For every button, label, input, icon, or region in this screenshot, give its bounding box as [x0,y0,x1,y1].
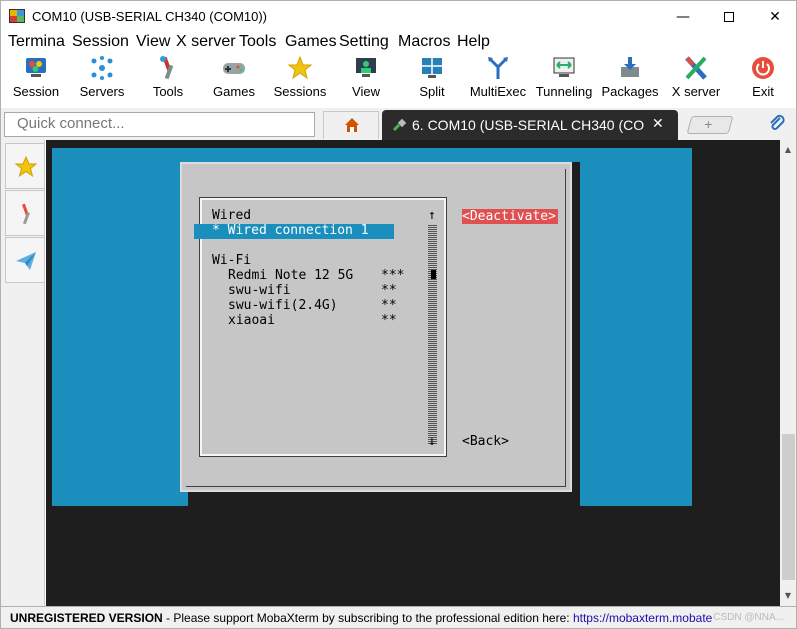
menu-sessions[interactable]: Session [72,32,129,52]
session-icon [26,58,46,77]
home-tab[interactable] [323,111,379,139]
side-panel [0,140,45,606]
list-scroll-down-icon[interactable]: ↓ [428,434,436,449]
wifi-network-name[interactable]: swu-wifi(2.4G) [228,298,338,313]
sidebar-sftp-button[interactable] [5,237,45,283]
list-scrollbar[interactable] [428,224,437,444]
menu-tools[interactable]: Tools [239,32,276,52]
terminal-area[interactable]: Wired * Wired connection 1 Wi-Fi Redmi N… [46,140,780,606]
window-title: COM10 (USB-SERIAL CH340 (COM10)) [32,9,268,24]
sessions-button[interactable]: Sessions [267,52,333,106]
wifi-signal: ** [381,283,397,298]
servers-button[interactable]: Servers [69,52,135,106]
menu-view[interactable]: View [136,32,170,52]
list-scroll-thumb[interactable] [431,270,436,279]
terminal-scrollbar[interactable]: ▲ ▼ [780,140,797,606]
watermark: CSDN @NNA... [713,612,784,623]
tab-bar: Quick connect... 6. COM10 (USB-SERIAL CH… [0,108,797,140]
menu-bar: Termina Session View X server Tools Game… [0,32,797,52]
games-icon [223,63,245,74]
maximize-icon [724,11,734,22]
exit-power-icon [752,57,774,79]
toolbar: Session Servers Tools Games Sessions Vie… [0,52,797,108]
exit-button[interactable]: Exit [730,52,796,106]
tab-label: 6. COM10 (USB-SERIAL CH340 (COM10)) [412,117,644,133]
tools-icon [22,203,30,225]
plus-icon: + [704,116,713,132]
multiexec-button[interactable]: MultiExec [465,52,531,106]
scroll-thumb[interactable] [782,434,795,580]
star-icon [14,155,38,178]
unregistered-label: UNREGISTERED VERSION [10,611,163,625]
minimize-button[interactable]: — [660,1,706,32]
sidebar-sessions-button[interactable] [5,143,45,189]
nmtui-background-left [52,148,188,506]
multiexec-icon [488,57,508,79]
deactivate-button[interactable]: <Deactivate> [462,209,556,224]
menu-macros[interactable]: Macros [398,32,450,52]
serial-plug-icon [392,118,407,132]
wifi-network-name[interactable]: xiaoai [228,313,275,328]
scroll-up-arrow-icon[interactable]: ▲ [780,142,796,158]
wifi-signal: *** [381,268,405,283]
nmtui-background-top [188,148,580,162]
quick-connect-input[interactable]: Quick connect... [4,112,315,137]
home-icon [345,118,359,132]
menu-settings[interactable]: Setting [339,32,389,52]
tools-icon [160,56,174,80]
section-wired: Wired [212,208,252,223]
section-wifi: Wi-Fi [212,253,252,268]
servers-icon [91,56,113,80]
mobaxterm-app-icon [9,9,25,23]
nmtui-dialog: Wired * Wired connection 1 Wi-Fi Redmi N… [180,162,572,492]
list-scroll-up-icon[interactable]: ↑ [428,208,436,223]
tunneling-icon [553,57,575,77]
maximize-button[interactable] [706,1,752,32]
new-tab-button[interactable]: + [686,116,734,134]
split-icon [422,58,442,78]
scroll-down-arrow-icon[interactable]: ▼ [780,588,796,604]
wifi-signal: ** [381,313,397,328]
menu-games[interactable]: Games [285,32,337,52]
subscribe-link[interactable]: https://mobaxterm.mobate [573,611,712,625]
x-server-icon [685,56,707,80]
close-window-button[interactable]: ✕ [752,1,797,32]
paper-plane-icon [16,252,36,270]
exit-label: Exit [752,84,774,99]
support-message: - Please support MobaXterm by subscribin… [162,611,573,625]
tools-button[interactable]: Tools [135,52,201,106]
tab-com10[interactable]: 6. COM10 (USB-SERIAL CH340 (COM10)) ✕ [382,110,678,140]
tunneling-button[interactable]: Tunneling [531,52,597,106]
status-bar: UNREGISTERED VERSION - Please support Mo… [0,606,797,629]
wifi-signal: ** [381,298,397,313]
tab-close-button[interactable]: ✕ [652,116,664,132]
title-bar: COM10 (USB-SERIAL CH340 (COM10)) — ✕ [0,0,797,32]
view-icon [356,58,376,77]
games-button[interactable]: Games [201,52,267,106]
menu-x-server[interactable]: X server [176,32,236,52]
menu-terminal[interactable]: Termina [8,32,65,52]
paperclip-icon[interactable] [767,113,787,133]
sidebar-tools-button[interactable] [5,190,45,236]
packages-icon [621,57,639,77]
menu-help[interactable]: Help [457,32,490,52]
session-button[interactable]: Session [3,52,69,106]
sessions-star-icon [287,55,313,80]
packages-button[interactable]: Packages [597,52,663,106]
wifi-network-name[interactable]: Redmi Note 12 5G [228,268,353,283]
back-button[interactable]: <Back> [462,434,509,449]
x-server-button[interactable]: X server [663,52,729,106]
split-button[interactable]: Split [399,52,465,106]
view-button[interactable]: View [333,52,399,106]
connection-item-selected[interactable]: * Wired connection 1 [212,223,369,238]
nmtui-background-right [580,148,692,506]
wifi-network-name[interactable]: swu-wifi [228,283,291,298]
